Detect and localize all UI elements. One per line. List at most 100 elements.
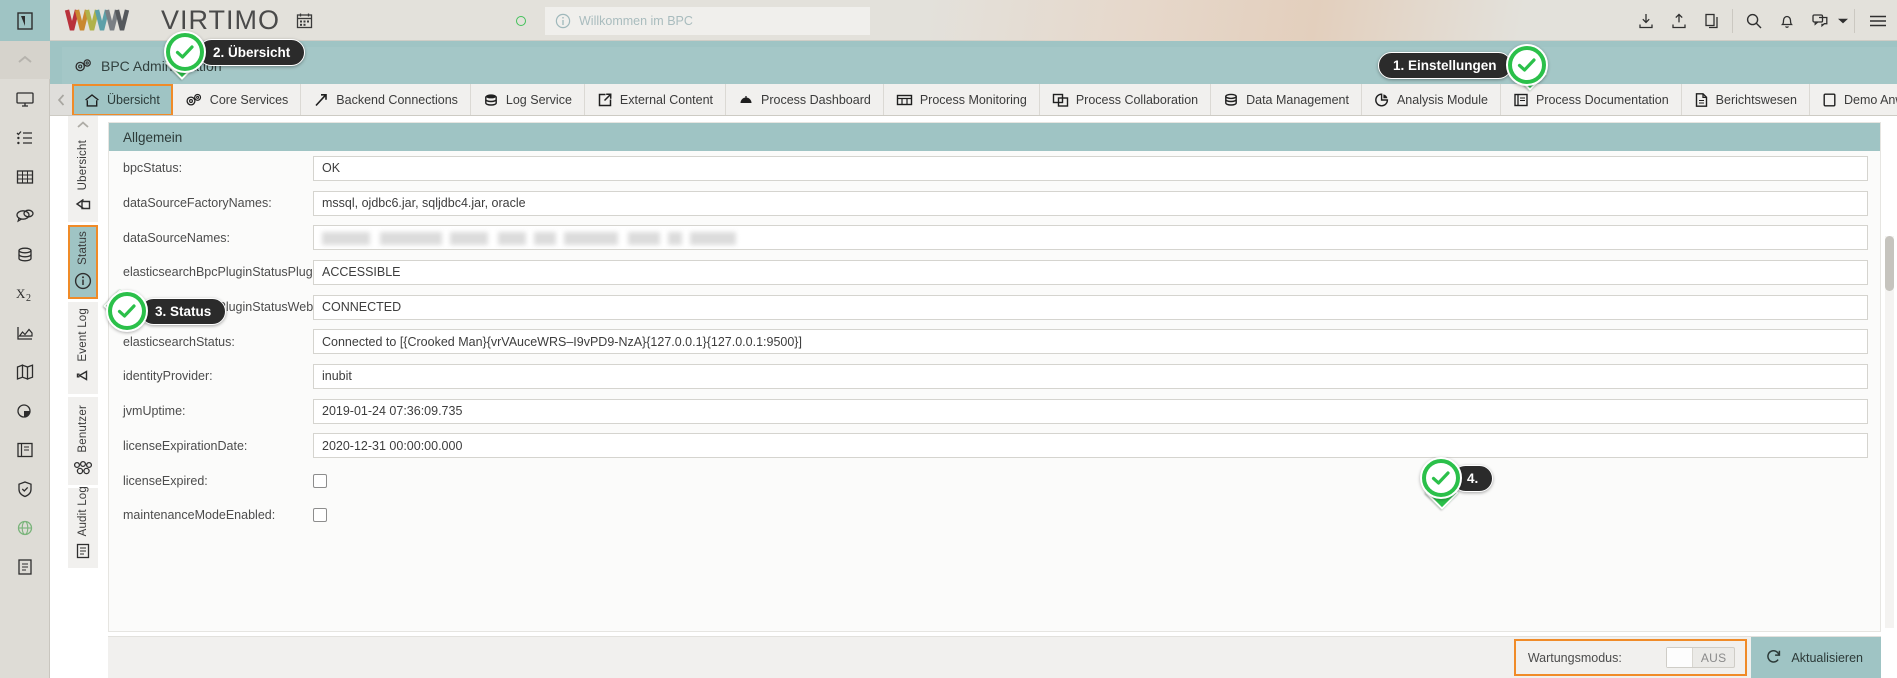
field-value-datasourcenames-redacted[interactable] [313,225,1868,250]
tab-scroll-prev-button[interactable] [50,84,72,115]
copy-icon[interactable] [1695,0,1728,41]
formula-x2-icon[interactable]: X2 [0,274,50,313]
hamburger-menu-icon[interactable] [1859,0,1897,41]
tab-demo-anwen[interactable]: Demo Anwen [1810,84,1897,116]
tab-backend-connections[interactable]: Backend Connections [301,84,471,116]
tab-log-service[interactable]: Log Service [471,84,585,116]
chart-area-icon[interactable] [0,313,50,352]
tab-label: Analysis Module [1397,93,1488,107]
svg-text:X: X [16,286,26,301]
tab-process-dashboard[interactable]: Process Dashboard [726,84,884,116]
database-icon[interactable] [0,235,50,274]
info-icon [555,13,571,29]
tab-berichtswesen[interactable]: Berichtswesen [1682,84,1810,116]
callout-marker [162,29,208,75]
field-value-bpcstatus[interactable]: OK [313,156,1868,181]
callout-1-einstellungen: 1. Einstellungen [1378,42,1550,88]
tab-external-content[interactable]: External Content [585,84,726,116]
tab-label: Process Collaboration [1076,93,1198,107]
chat-bubbles-icon[interactable] [0,196,50,235]
module-appbar: BPC Administration [50,41,1897,84]
application-window: X2 [0,0,1897,678]
info-icon [73,271,93,291]
subnav-item-benutzer[interactable]: Benutzer [68,397,98,485]
subnav-item-audit-log[interactable]: Audit Log [68,488,98,568]
tab-process-monitoring[interactable]: Process Monitoring [884,84,1040,116]
book-icon[interactable] [0,430,50,469]
pages-icon [1052,92,1069,108]
content-vertical-scrollbar[interactable] [1885,236,1894,628]
maintenance-toggle[interactable]: AUS [1666,647,1736,668]
subnav-item-status[interactable]: Status [68,225,98,299]
field-label: jvmUptime: [123,404,313,418]
scrollbar-thumb[interactable] [1885,236,1894,291]
tab-label: Core Services [210,93,289,107]
gears-icon [74,57,93,74]
monitor-icon[interactable] [0,79,50,118]
map-icon[interactable] [0,352,50,391]
field-value-datasourcefactorynames[interactable]: mssql, ojdbc6.jar, sqljdbc4.jar, oracle [313,191,1868,216]
field-row-elasticsearchbpcpluginstatuswebsocket: elasticsearchBpcPluginStatusWebsocket: C… [109,290,1880,325]
virtimo-logo-icon[interactable] [0,0,50,41]
subnav-label: Übersicht [77,140,89,190]
field-row-identityprovider: identityProvider: inubit [109,359,1880,394]
upload-icon[interactable] [1662,0,1695,41]
field-label: identityProvider: [123,369,313,383]
field-label: licenseExpired: [123,474,313,488]
field-value-licenseexpirationdate[interactable]: 2020-12-31 00:00:00.000 [313,433,1868,458]
tab-label: Process Documentation [1536,93,1669,107]
pie-chart-icon[interactable] [0,391,50,430]
callout-2-uebersicht: 2. Übersicht [162,29,305,75]
tab-label: Log Service [506,93,572,107]
shield-icon[interactable] [0,469,50,508]
globe-icon[interactable] [0,508,50,547]
checkbox-wrap [313,474,1868,488]
checklist-icon[interactable] [0,118,50,157]
subnav-item-event-log[interactable]: Event Log [68,302,98,394]
home-icon [84,93,100,108]
field-label: dataSourceFactoryNames: [123,196,313,210]
calendar-icon[interactable] [296,12,313,29]
divider [1732,9,1733,33]
module-tabstrip: Übersicht Core Services Backend Connecti… [50,84,1897,116]
book-icon [1513,92,1529,108]
download-icon[interactable] [1629,0,1662,41]
field-label: elasticsearchBpcPluginStatusPlugin: [123,265,313,279]
field-value-elasticsearchbpcpluginstatuswebsocket[interactable]: CONNECTED [313,295,1868,320]
tab-core-services[interactable]: Core Services [173,84,302,116]
tab-process-collaboration[interactable]: Process Collaboration [1040,84,1211,116]
database-icon [483,92,499,108]
bell-icon[interactable] [1770,0,1803,41]
maintenancemodeenabled-checkbox[interactable] [313,508,327,522]
refresh-button[interactable]: Aktualisieren [1751,637,1881,678]
field-value-elasticsearchstatus[interactable]: Connected to [{Crooked Man}{vrVAuceWRS–I… [313,329,1868,354]
divider [1854,9,1855,33]
callout-label: 1. Einstellungen [1378,52,1512,79]
chevron-down-icon[interactable] [1836,0,1850,41]
tab-analysis-module[interactable]: Analysis Module [1362,84,1501,116]
field-label: maintenanceModeEnabled: [123,508,313,522]
pie-chart-icon [1374,92,1390,108]
field-row-elasticsearchbpcpluginstatusplugin: elasticsearchBpcPluginStatusPlugin: ACCE… [109,255,1880,290]
subnav-collapse-button[interactable] [68,116,98,134]
tab-data-management[interactable]: Data Management [1211,84,1362,116]
table-icon[interactable] [0,157,50,196]
licenseexpired-checkbox[interactable] [313,474,327,488]
document-icon[interactable] [0,547,50,586]
search-input[interactable]: Willkommen im BPC [545,7,870,35]
tab-uebersicht[interactable]: Übersicht [72,84,173,116]
field-value-elasticsearchbpcpluginstatusplugin[interactable]: ACCESSIBLE [313,260,1868,285]
field-value-identityprovider[interactable]: inubit [313,364,1868,389]
chat-icon[interactable] [1803,0,1836,41]
tab-label: Data Management [1246,93,1349,107]
status-subnav: Übersicht Status Event Log Benutzer Audi [68,116,98,678]
field-value-jvmuptime[interactable]: 2019-01-24 07:36:09.735 [313,399,1868,424]
checkbox-wrap [313,508,1868,522]
search-icon[interactable] [1737,0,1770,41]
field-row-datasourcefactorynames: dataSourceFactoryNames: mssql, ojdbc6.ja… [109,186,1880,221]
external-link-icon [597,92,613,108]
tab-label: Process Monitoring [920,93,1027,107]
subnav-item-uebersicht[interactable]: Übersicht [68,134,98,222]
rail-collapse-button[interactable] [0,41,50,79]
header-gradient-decoration [930,0,1570,41]
